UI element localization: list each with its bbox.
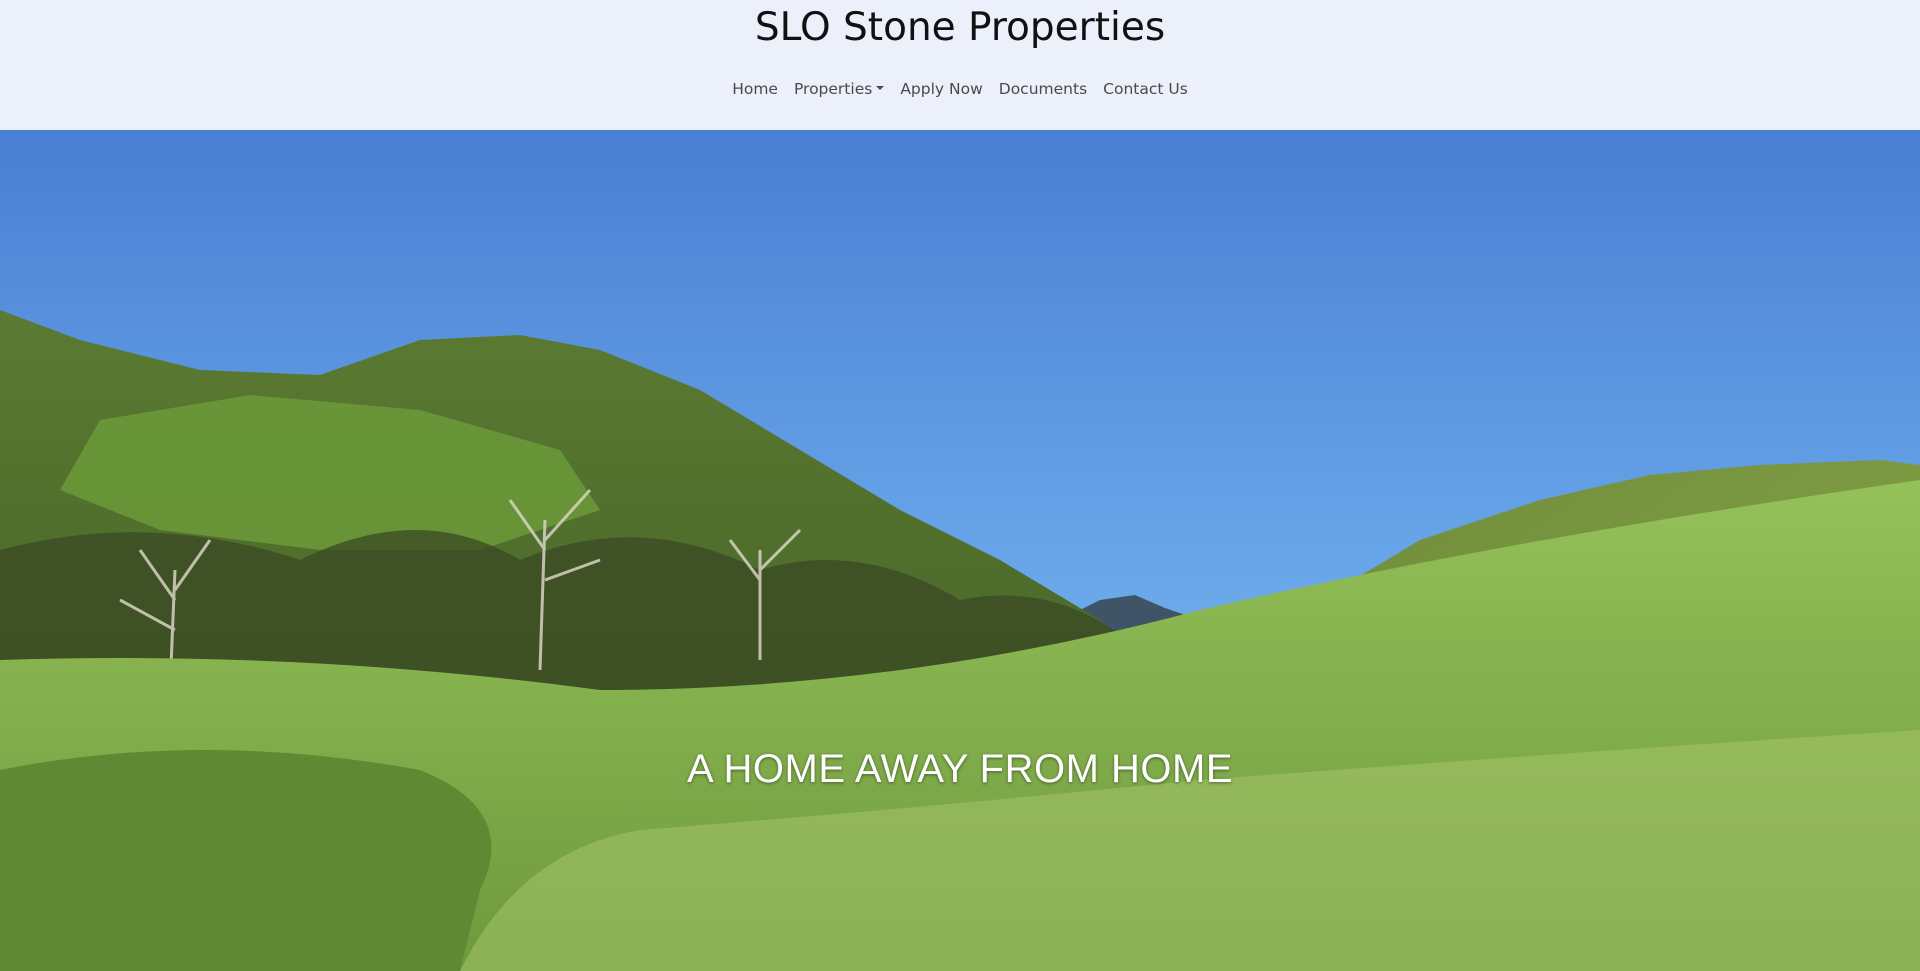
site-header: SLO Stone Properties Home Properties App… xyxy=(0,0,1920,130)
main-nav: Home Properties Apply Now Documents Cont… xyxy=(0,78,1920,100)
nav-apply-now[interactable]: Apply Now xyxy=(892,78,990,100)
caret-down-icon xyxy=(876,85,885,90)
nav-properties-label: Properties xyxy=(793,80,873,98)
site-title[interactable]: SLO Stone Properties xyxy=(0,2,1920,54)
landscape-photo xyxy=(0,130,1920,971)
nav-home[interactable]: Home xyxy=(724,78,786,100)
nav-contact-us[interactable]: Contact Us xyxy=(1095,78,1196,100)
nav-properties[interactable]: Properties xyxy=(786,78,892,100)
hero-banner: A HOME AWAY FROM HOME xyxy=(0,130,1920,971)
nav-documents[interactable]: Documents xyxy=(991,78,1095,100)
hero-tagline: A HOME AWAY FROM HOME xyxy=(686,747,1234,791)
